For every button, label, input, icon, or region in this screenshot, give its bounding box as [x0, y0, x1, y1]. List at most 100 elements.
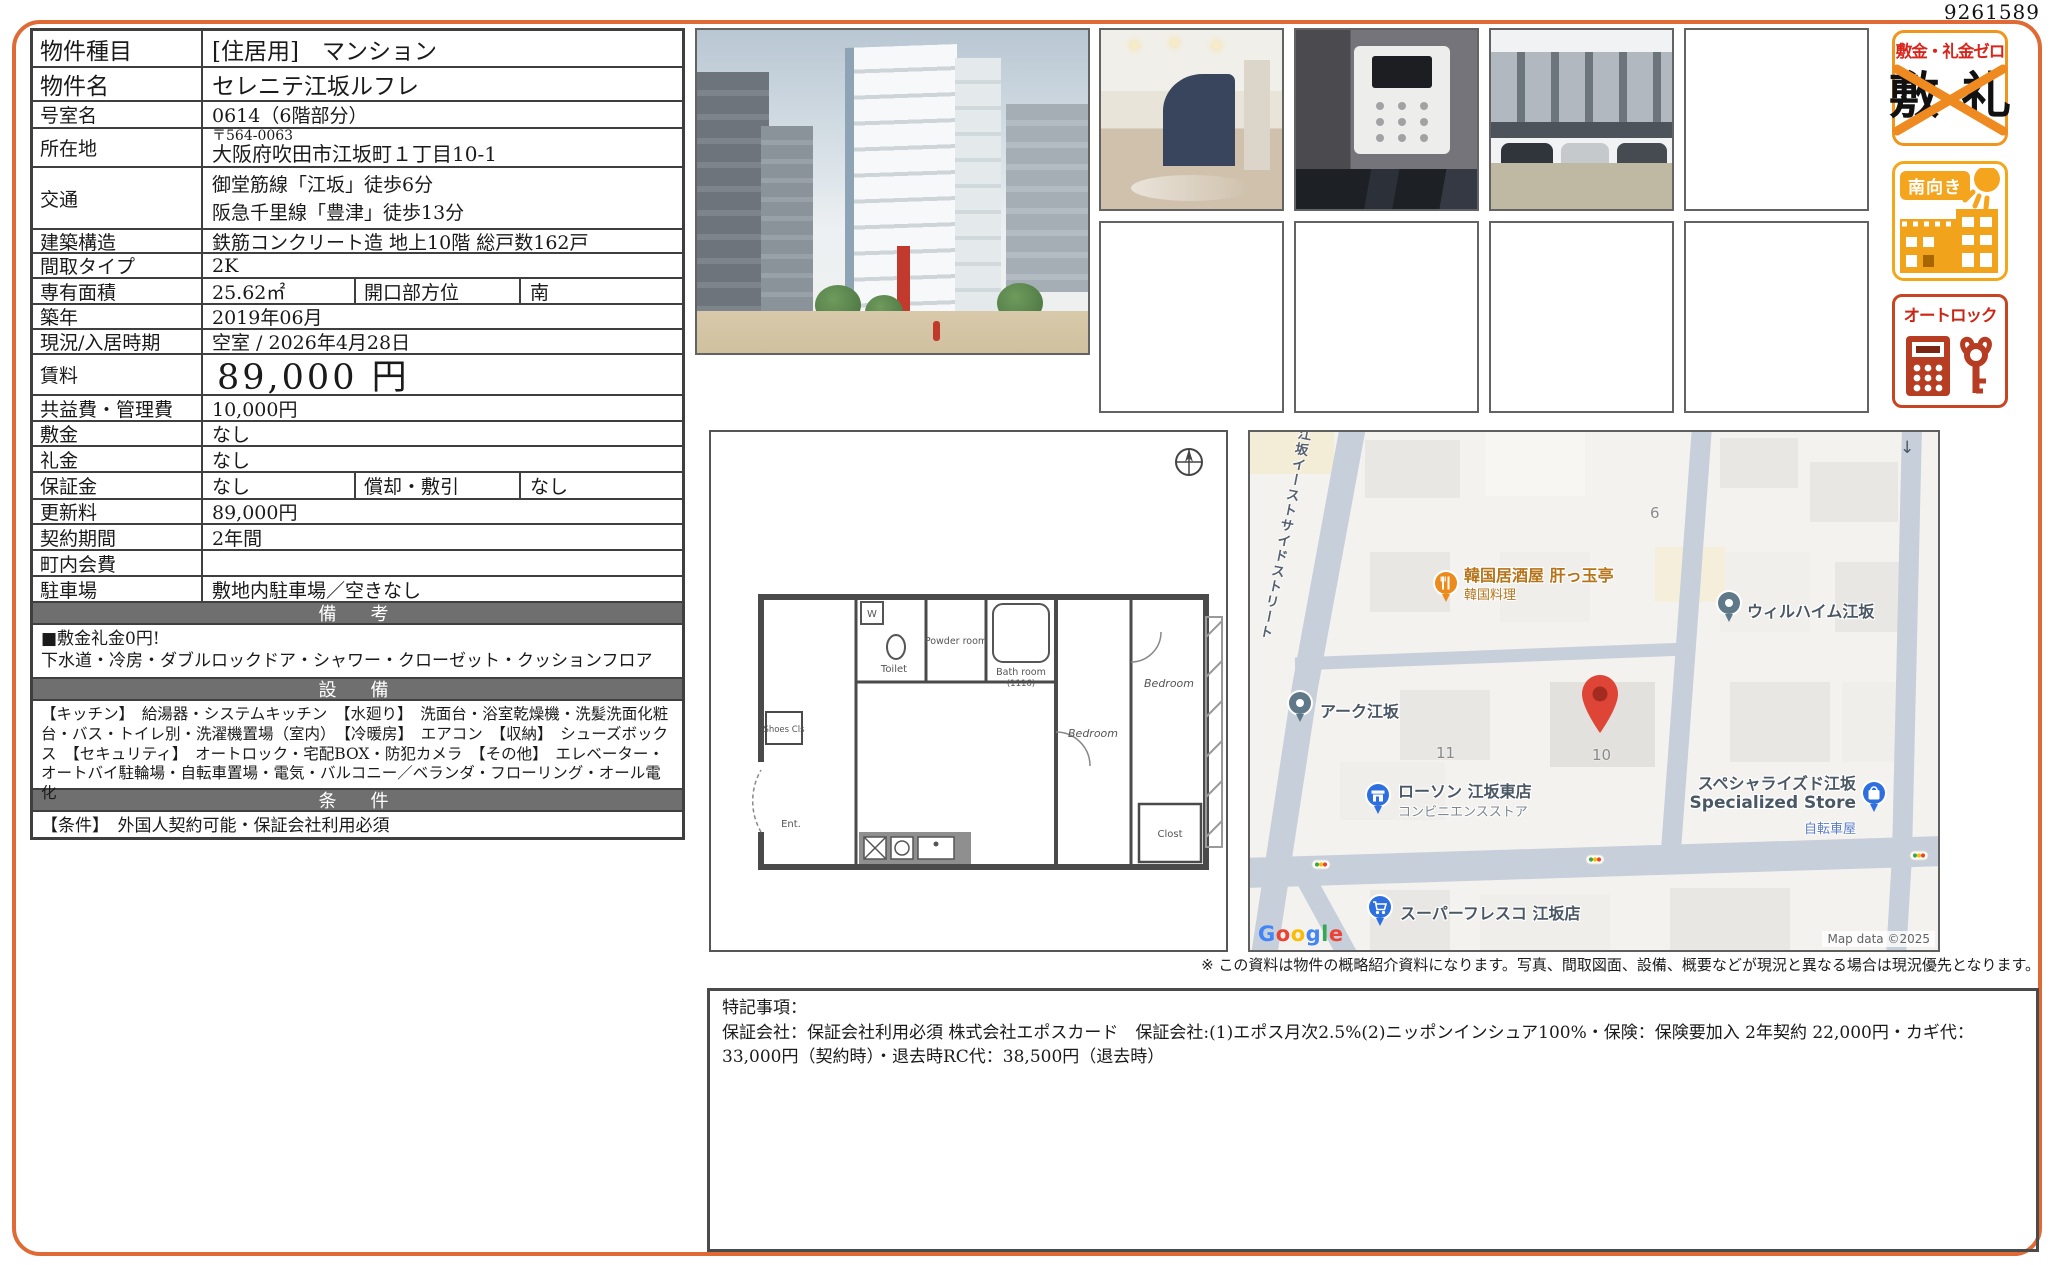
poi-restaurant-name: 韓国居酒屋 肝っ玉亭: [1464, 562, 1614, 586]
table-row-renewal-fee: 更新料 89,000円: [33, 498, 682, 523]
floor-plan-drawing: Toilet W Powder room Bath room (1116) Be…: [711, 432, 1226, 950]
intercom-key: [1420, 134, 1428, 142]
badge-zero-title: 敷金・礼金ゼロ: [1895, 38, 2005, 62]
photo-main-pavement: [697, 311, 1088, 353]
table-row-type: 物件種目 [住居用] マンション: [33, 31, 682, 66]
place-pin-icon: [1286, 690, 1314, 724]
table-row-address: 所在地 〒564-0063 大阪府吹田市江坂町１丁目10-1: [33, 127, 682, 166]
photo-placeholder-empty: [1684, 221, 1869, 413]
row-label: 町内会費: [33, 551, 203, 575]
photo-main-left-building: [697, 72, 769, 320]
row-label: 所在地: [33, 129, 203, 166]
photo-lobby-floor-shine: [1131, 175, 1251, 201]
photo-cars-building: [1491, 52, 1672, 126]
row-label: 敷金: [33, 422, 203, 445]
row-value: 2K: [203, 254, 682, 277]
special-notes-box: 特記事項： 保証会社：保証会社利用必須 株式会社エポスカード 保証会社:(1)エ…: [707, 988, 2039, 1252]
photo-placeholder-empty: [1294, 221, 1479, 413]
photo-lobby-feature-wall: [1163, 74, 1235, 166]
intercom-screen: [1372, 56, 1432, 88]
table-row-layout: 間取タイプ 2K: [33, 252, 682, 277]
badge-zero-deposit: 敷金・礼金ゼロ 敷 礼: [1892, 30, 2008, 146]
place-pin-icon: [1715, 590, 1743, 624]
access-line-2: 阪急千里線「豊津」徒歩13分: [212, 199, 464, 228]
row-value: セレニテ江坂ルフレ: [203, 68, 682, 100]
row-value: なし: [203, 473, 356, 498]
poi-lawson-category: コンビニエンスストア: [1398, 801, 1528, 820]
access-line-1: 御堂筋線「江坂」徒歩6分: [212, 171, 433, 200]
photo-main-tower-side: [955, 58, 1001, 326]
car: [1501, 143, 1553, 165]
table-row-room: 号室名 0614（6階部分）: [33, 100, 682, 127]
table-row-name: 物件名 セレニテ江坂ルフレ: [33, 66, 682, 100]
traffic-light-icon: [1312, 860, 1330, 869]
label-bath-size: (1116): [1007, 679, 1035, 689]
row-value-2: なし: [521, 473, 682, 498]
intercom-key: [1398, 102, 1406, 110]
special-notes-title: 特記事項：: [722, 997, 2024, 1021]
row-label: 築年: [33, 305, 203, 328]
photo-main-bollard: [933, 321, 940, 341]
row-value: 2019年06月: [203, 305, 682, 328]
disclaimer-text: ※ この資料は物件の概略紹介資料になります。写真、間取図面、設備、概要などが現況…: [1201, 954, 2040, 975]
block-number: 10: [1592, 746, 1611, 764]
floor-plan: Toilet W Powder room Bath room (1116) Be…: [709, 430, 1228, 952]
table-row-management-fee: 共益費・管理費 10,000円: [33, 394, 682, 420]
label-toilet: Toilet: [880, 664, 907, 675]
photo-cars-road: [1491, 163, 1672, 209]
photo-lobby-column: [1244, 60, 1270, 170]
row-value: [住居用] マンション: [203, 31, 682, 66]
row-value: なし: [203, 447, 682, 471]
poi-ark-name: アーク江坂: [1320, 698, 1399, 722]
row-value: 2年間: [203, 525, 682, 549]
row-value: 89,000円: [203, 500, 682, 523]
label-bedroom-1: Bedroom: [1068, 727, 1118, 740]
photo-building-exterior-main: [695, 28, 1090, 355]
postal-code: 〒564-0063: [212, 129, 293, 144]
row-label: 共益費・管理費: [33, 396, 203, 420]
label-bath-room: Bath room: [996, 667, 1046, 678]
intercom-key: [1398, 118, 1406, 126]
label-shoes-closet: Shoes Cls: [763, 725, 805, 735]
poi-specialized-name: スペシャライズド江坂: [1658, 770, 1856, 794]
section-conditions: 【条件】 外国人契約可能・保証会社利用必須: [33, 810, 682, 837]
row-label: 賃料: [33, 355, 203, 394]
photo-intercom-panel: [1294, 28, 1479, 211]
table-row-guarantee: 保証金 なし 償却・敷引 なし: [33, 471, 682, 498]
section-header-conditions: 条 件: [33, 788, 682, 810]
block-number: 11: [1436, 744, 1455, 762]
ceiling-light: [1171, 39, 1178, 46]
row-label-2: 開口部方位: [356, 279, 521, 303]
row-value: なし: [203, 422, 682, 445]
section-header-equipment: 設 備: [33, 677, 682, 699]
photo-main-left-building-2: [761, 126, 813, 322]
supermarket-pin-icon: [1366, 894, 1394, 928]
badge-auto-lock: オートロック: [1892, 294, 2008, 408]
sun-icon: [1957, 168, 2001, 212]
cross-out-icon: [1891, 64, 2009, 136]
row-value: 25.62㎡: [203, 279, 356, 303]
table-row-built: 築年 2019年06月: [33, 303, 682, 328]
table-row-key-money: 礼金 なし: [33, 445, 682, 471]
compass-icon: [1176, 449, 1202, 475]
special-notes-body: 保証会社：保証会社利用必須 株式会社エポスカード 保証会社:(1)エポス月次2.…: [722, 1021, 2012, 1070]
photo-lobby-interior: [1099, 28, 1284, 211]
row-value: 〒564-0063 大阪府吹田市江坂町１丁目10-1: [203, 129, 682, 166]
table-row-contract-period: 契約期間 2年間: [33, 523, 682, 549]
row-value: [203, 551, 682, 575]
intercom-icon: [1905, 335, 1951, 397]
photo-main-right-building: [1006, 104, 1088, 292]
table-row-rent: 賃料 89,000 円: [33, 353, 682, 394]
row-label: 契約期間: [33, 525, 203, 549]
row-label: 駐車場: [33, 577, 203, 601]
poi-wilheim-name: ウィルハイム江坂: [1747, 598, 1874, 622]
ceiling-light: [1213, 42, 1220, 49]
store-pin-icon: [1860, 780, 1888, 814]
row-value: 鉄筋コンクリート造 地上10階 総戸数162戸: [203, 230, 682, 252]
row-label: 間取タイプ: [33, 254, 203, 277]
badge-south-facing: 南向き: [1892, 161, 2008, 281]
section-header-remarks: 備 考: [33, 601, 682, 623]
table-row-area: 専有面積 25.62㎡ 開口部方位 南: [33, 277, 682, 303]
row-value: 10,000円: [203, 396, 682, 420]
photo-cars-canopy: [1491, 122, 1672, 138]
